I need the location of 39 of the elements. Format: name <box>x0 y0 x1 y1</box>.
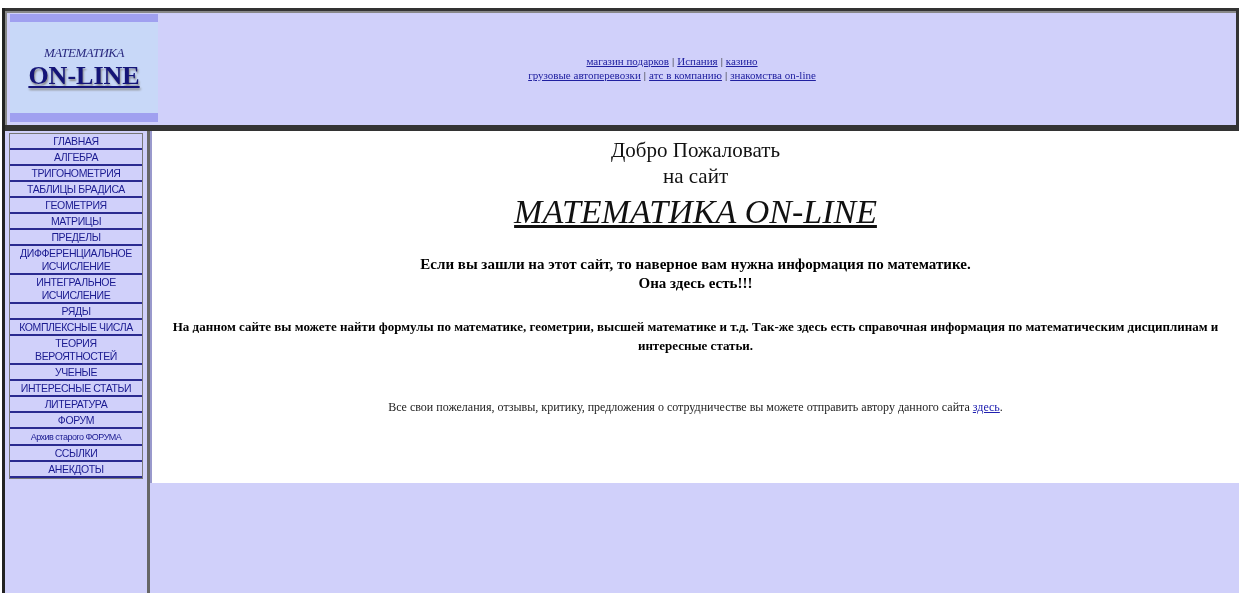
header-link[interactable]: казино <box>725 54 758 68</box>
sidebar-link[interactable]: ДИФФЕРЕНЦИАЛЬНОЕ ИСЧИСЛЕНИЕ <box>10 246 142 275</box>
sidebar-link[interactable]: ИНТЕГРАЛЬНОЕ ИСЧИСЛЕНИЕ <box>10 275 142 304</box>
welcome-subheading: на сайт <box>662 163 729 189</box>
sidebar-link[interactable]: МАТРИЦЫ <box>10 214 142 230</box>
link-separator: | <box>720 54 723 68</box>
logo-text: МАТЕМАТИКА <box>44 45 124 61</box>
logo-title: ON-LINE <box>28 61 140 91</box>
sidebar-link[interactable]: ГЛАВНАЯ <box>10 134 142 150</box>
sidebar-link[interactable]: ФОРУМ <box>10 413 142 429</box>
sidebar-link[interactable]: ССЫЛКИ <box>10 446 142 462</box>
contact-text: Все свои пожелания, отзывы, критику, предложения о сотрудничестве вы можете отправить автору данного сайта здесь. <box>388 400 1003 415</box>
sidebar-link[interactable]: ТЕОРИЯ ВЕРОЯТНОСТЕЙ <box>10 336 142 365</box>
header-link[interactable]: грузовые автоперевозки <box>528 68 641 82</box>
sidebar-link[interactable]: Архив старого ФОРУМА <box>10 429 142 446</box>
sidebar-link[interactable]: РЯДЫ <box>10 304 142 320</box>
header-link[interactable]: магазин подарков <box>586 54 669 68</box>
sidebar-link[interactable]: КОМПЛЕКСНЫЕ ЧИСЛА <box>10 320 142 336</box>
header-link[interactable]: Испания <box>677 54 718 68</box>
header-link[interactable]: знакомства on-line <box>730 68 816 82</box>
link-separator: | <box>643 68 647 82</box>
description-text: На данном сайте вы можете найти формулы по математике, геометрии, высшей математике и т.д. Так-же здесь есть справочная информация по математическим дисциплинам и интересные статьи. <box>171 318 1220 355</box>
link-separator: | <box>672 54 675 68</box>
site-logo[interactable]: МАТЕМАТИКА ON-LINE <box>10 14 158 122</box>
sidebar-link[interactable]: ГЕОМЕТРИЯ <box>10 198 142 214</box>
sidebar-link[interactable]: АЛГЕБРА <box>10 150 142 166</box>
welcome-heading: Добро Пожаловать <box>610 137 781 163</box>
header-link[interactable]: атс в компанию <box>649 68 722 82</box>
contact-link[interactable]: здесь <box>972 400 1000 414</box>
intro-text: Если вы зашли на этот сайт, то наверное вам нужна информация по математике. Она здесь есть!!! <box>420 255 971 293</box>
sidebar-link[interactable]: ТАБЛИЦЫ БРАДИСА <box>10 182 142 198</box>
site-title: МАТЕМАТИКА ON-LINE <box>514 192 877 232</box>
sidebar-link[interactable]: УЧЕНЫЕ <box>10 365 142 381</box>
sidebar-link[interactable]: ТРИГОНОМЕТРИЯ <box>10 166 142 182</box>
sidebar-link[interactable]: АНЕКДОТЫ <box>10 462 142 478</box>
sidebar-link[interactable]: ИНТЕРЕСНЫЕ СТАТЬИ <box>10 381 142 397</box>
link-separator: | <box>724 68 728 82</box>
sidebar-link[interactable]: ПРЕДЕЛЫ <box>10 230 142 246</box>
sidebar-link[interactable]: ЛИТЕРАТУРА <box>10 397 142 413</box>
